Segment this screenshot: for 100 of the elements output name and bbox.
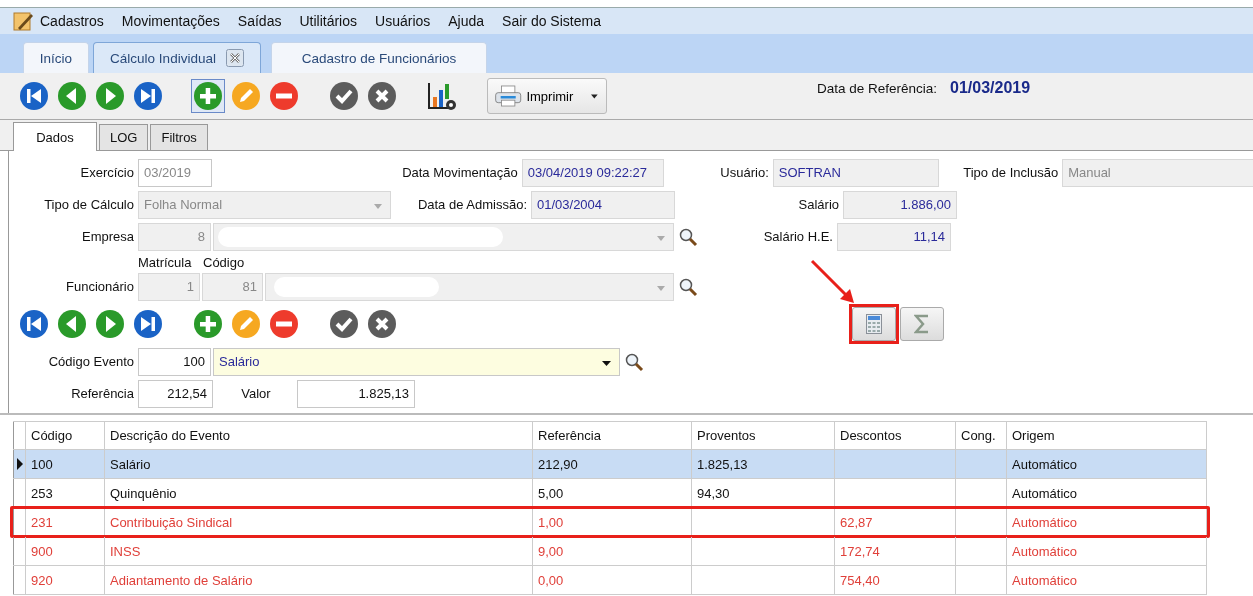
field-label: Valor	[240, 386, 272, 401]
table-cell: 253	[31, 485, 53, 501]
table-cell: Automático	[1012, 485, 1078, 501]
first-record-icon[interactable]	[19, 309, 49, 339]
caret-icon	[657, 285, 665, 291]
search-icon[interactable]	[624, 351, 644, 372]
table-cell: Automático	[1012, 456, 1078, 472]
caret-icon	[591, 93, 598, 99]
next-record-icon[interactable]	[95, 81, 125, 111]
column-header[interactable]: Descontos	[835, 422, 956, 449]
menu-item[interactable]: Movimentações	[121, 13, 220, 29]
input-field[interactable]: 03/04/2019 09:22:27	[521, 158, 664, 187]
menu-item[interactable]: Utilitários	[299, 13, 358, 29]
table-row[interactable]: 231 Contribuição Sindical 1,00 62,87 Automático	[13, 508, 1207, 537]
input-field[interactable]: 212,54	[138, 379, 213, 408]
input-field[interactable]: 11,14	[837, 222, 951, 251]
field-label: Referência	[70, 386, 135, 401]
delete-icon[interactable]	[269, 81, 299, 111]
table-row[interactable]: 253 Quinquênio 5,00 94,30 Automático	[13, 479, 1207, 508]
column-header[interactable]: Descrição do Evento	[105, 422, 533, 449]
add-icon[interactable]	[193, 309, 223, 339]
caret-icon	[657, 235, 665, 241]
current-row-icon	[16, 458, 23, 470]
first-record-icon[interactable]	[19, 81, 49, 111]
previous-record-icon[interactable]	[57, 81, 87, 111]
table-cell: 5,00	[538, 485, 564, 501]
column-header[interactable]: Cong.	[956, 422, 1007, 449]
confirm-icon[interactable]	[329, 81, 359, 111]
field-label: Data Movimentação	[401, 165, 519, 180]
search-icon[interactable]	[678, 226, 698, 247]
chart-settings-icon[interactable]	[426, 80, 458, 112]
input-field[interactable]: SOFTRAN	[772, 158, 940, 187]
table-cell: 1,00	[538, 514, 564, 530]
tab[interactable]: Cálculo Individual	[93, 42, 261, 73]
app-logo-icon	[12, 10, 34, 32]
printer-icon	[494, 82, 523, 110]
last-record-icon[interactable]	[133, 81, 163, 111]
tab[interactable]: Dados	[13, 122, 97, 151]
table-cell: Automático	[1012, 514, 1078, 530]
column-header[interactable]: Referência	[533, 422, 692, 449]
table-cell: 0,00	[538, 572, 564, 588]
column-label: Código	[203, 254, 245, 270]
last-record-icon[interactable]	[133, 309, 163, 339]
delete-icon[interactable]	[269, 309, 299, 339]
cancel-icon[interactable]	[367, 81, 397, 111]
table-cell: 754,40	[840, 572, 880, 588]
input-field[interactable]: 1.886,00	[843, 190, 957, 219]
caret-icon	[602, 360, 611, 366]
table-cell: Quinquênio	[110, 485, 177, 501]
menu-item[interactable]: Sair do Sistema	[502, 13, 601, 29]
calculator-icon	[866, 314, 882, 334]
table-row[interactable]: 900 INSS 9,00 172,74 Automático	[13, 537, 1207, 566]
reference-date-value: 01/03/2019	[950, 79, 1031, 97]
table-cell: Automático	[1012, 572, 1078, 588]
menu-item[interactable]: Saídas	[237, 13, 282, 29]
input-field[interactable]: 1.825,13	[297, 379, 415, 408]
previous-record-icon[interactable]	[57, 309, 87, 339]
input-field[interactable]: 01/03/2004	[531, 190, 675, 219]
confirm-icon[interactable]	[329, 309, 359, 339]
menu-item[interactable]: Cadastros	[40, 13, 104, 29]
next-record-icon[interactable]	[95, 309, 125, 339]
cancel-icon[interactable]	[367, 309, 397, 339]
table-cell: 1.825,13	[697, 456, 748, 472]
column-header[interactable]: Proventos	[692, 422, 835, 449]
table-cell: Contribuição Sindical	[110, 514, 233, 530]
search-icon[interactable]	[678, 276, 698, 297]
field-label: Data de Admissão:	[416, 197, 528, 212]
column-label: Matrícula	[138, 254, 193, 270]
add-icon[interactable]	[193, 81, 223, 111]
input-field[interactable]: 100	[138, 347, 211, 376]
tab[interactable]: Início	[23, 42, 89, 73]
menu-item[interactable]: Usuários	[375, 13, 431, 29]
column-header[interactable]: Código	[26, 422, 105, 449]
column-header[interactable]: Origem	[1007, 422, 1207, 449]
field-label: Código Evento	[47, 354, 135, 369]
field-label: Tipo de Inclusão	[962, 165, 1060, 180]
table-cell: 9,00	[538, 543, 564, 559]
table-row[interactable]: 920 Adiantamento de Salário 0,00 754,40 Automático	[13, 566, 1207, 595]
table-cell: 900	[31, 543, 53, 559]
table-row[interactable]: 100 Salário 212,90 1.825,13 Automático	[13, 450, 1207, 479]
field-label: Salário	[797, 197, 840, 212]
table-cell: 172,74	[840, 543, 880, 559]
field-label: Salário H.E.	[762, 229, 834, 244]
input-field[interactable]: 03/2019	[138, 158, 212, 187]
sigma-icon	[914, 314, 930, 334]
dropdown[interactable]: Salário	[213, 347, 620, 376]
table-cell: Automático	[1012, 543, 1078, 559]
print-button[interactable]: Imprimir	[487, 78, 607, 114]
table-cell: 62,87	[840, 514, 873, 530]
table-cell: 94,30	[697, 485, 730, 501]
close-icon[interactable]	[225, 49, 244, 67]
menu-item[interactable]: Ajuda	[448, 13, 485, 29]
field-label: Tipo de Cálculo	[43, 197, 135, 212]
table-cell: INSS	[110, 543, 141, 559]
tab[interactable]: Filtros	[150, 124, 208, 150]
tab[interactable]: LOG	[99, 124, 149, 150]
field-label: Funcionário	[65, 279, 135, 294]
sum-button[interactable]	[900, 307, 944, 341]
tab[interactable]: Cadastro de Funcionários	[271, 42, 487, 73]
table-cell: 231	[31, 514, 53, 530]
